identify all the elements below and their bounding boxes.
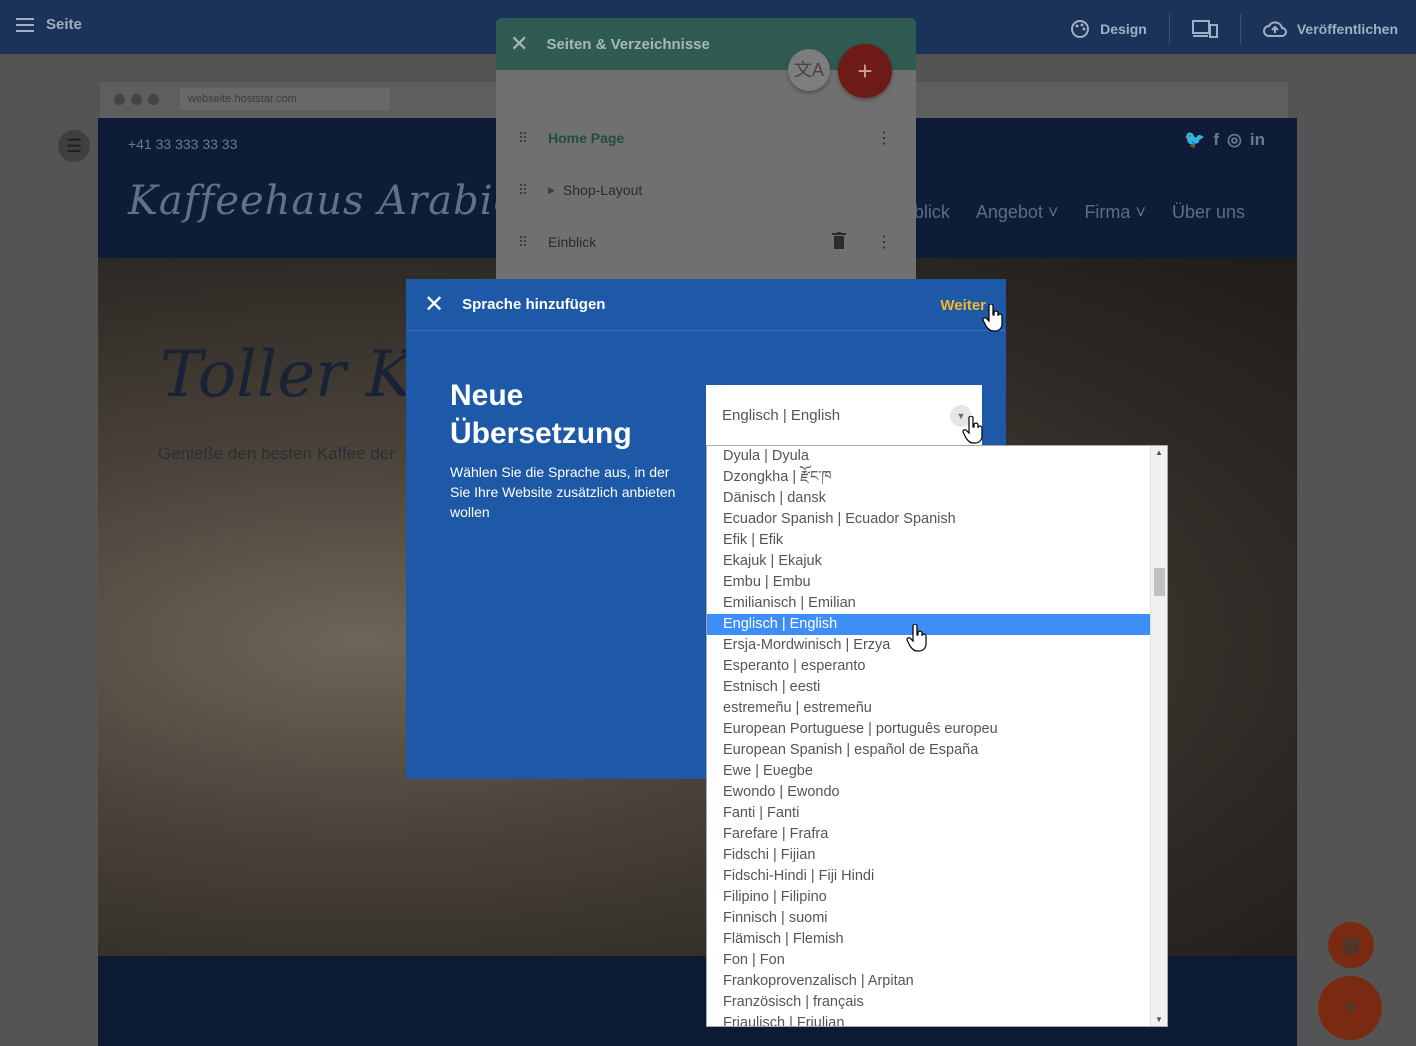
language-option[interactable]: Ewondo | Ewondo xyxy=(707,782,1151,803)
drag-handle-icon[interactable]: ⠿ xyxy=(496,130,548,147)
design-label: Design xyxy=(1100,21,1147,37)
trash-icon[interactable] xyxy=(832,232,846,250)
language-option[interactable]: Dänisch | dansk xyxy=(707,488,1151,509)
language-dropdown-list[interactable]: Dyula | Dyula Dzongkha | རྫོང་ཁ Dänisch | … xyxy=(706,445,1168,1027)
page-menu-label: Seite xyxy=(46,16,82,33)
site-nav: Einblick Angebot ˅ Firma ˅ Über uns xyxy=(888,202,1245,223)
sliders-icon[interactable]: ☰ xyxy=(58,130,90,162)
browser-url: webseite.hoststar.com xyxy=(180,88,390,110)
add-page-button[interactable]: + xyxy=(838,44,892,98)
language-option[interactable]: Finnisch | suomi xyxy=(707,908,1151,929)
close-icon[interactable]: ✕ xyxy=(510,31,528,57)
hand-cursor-icon xyxy=(982,304,1003,332)
language-option[interactable]: Fidschi | Fijian xyxy=(707,845,1151,866)
language-option[interactable]: Fidschi-Hindi | Fiji Hindi xyxy=(707,866,1151,887)
close-icon[interactable]: ✕ xyxy=(424,290,444,319)
language-option[interactable]: Französisch | français xyxy=(707,992,1151,1013)
pages-panel-title: Seiten & Verzeichnisse xyxy=(546,35,710,53)
language-select-value: Englisch | English xyxy=(722,407,841,424)
site-logo[interactable]: Kaffeehaus Arabica xyxy=(128,178,542,224)
language-select[interactable]: Englisch | English ▼ xyxy=(706,385,982,445)
expand-arrow-icon[interactable]: ▶ xyxy=(548,185,555,196)
scroll-up-icon[interactable]: ▲ xyxy=(1151,448,1167,457)
devices-icon xyxy=(1191,20,1218,38)
facebook-icon[interactable]: f xyxy=(1213,130,1219,150)
site-nav-item[interactable]: Firma ˅ xyxy=(1084,202,1146,223)
more-vert-icon[interactable]: ⋮ xyxy=(876,128,892,148)
linkedin-icon[interactable]: in xyxy=(1250,130,1265,150)
language-option[interactable]: Ecuador Spanish | Ecuador Spanish xyxy=(707,509,1151,530)
language-option[interactable]: Efik | Efik xyxy=(707,530,1151,551)
language-option[interactable]: Filipino | Filipino xyxy=(707,887,1151,908)
device-preview-button[interactable] xyxy=(1191,19,1218,39)
language-option[interactable]: Ewe | Eʋegbe xyxy=(707,761,1151,782)
add-element-button[interactable]: + xyxy=(1318,976,1382,1040)
next-button[interactable]: Weiter xyxy=(940,297,986,314)
page-label: Home Page xyxy=(548,130,625,146)
page-label: Einblick xyxy=(548,234,597,250)
page-label: Shop-Layout xyxy=(562,182,643,198)
drag-handle-icon[interactable]: ⠿ xyxy=(496,182,548,199)
translate-icon[interactable]: 文A xyxy=(788,49,830,91)
language-option[interactable]: Esperanto | esperanto xyxy=(707,656,1151,677)
language-option[interactable]: European Spanish | español de España xyxy=(707,740,1151,761)
dialog-header: ✕ Sprache hinzufügen Weiter xyxy=(406,279,1006,331)
dialog-description: Wählen Sie die Sprache aus, in der Sie I… xyxy=(450,464,676,520)
scroll-down-icon[interactable]: ▼ xyxy=(1151,1015,1167,1024)
language-option[interactable]: Friaulisch | Friulian xyxy=(707,1013,1151,1026)
page-row-einblick[interactable]: ⠿ Einblick ⋮ xyxy=(496,222,916,262)
language-option[interactable]: Fon | Fon xyxy=(707,950,1151,971)
cloud-upload-icon xyxy=(1262,21,1287,37)
hamburger-icon xyxy=(16,17,34,32)
hand-cursor-icon xyxy=(906,624,927,652)
language-option[interactable]: Farefare | Frafra xyxy=(707,824,1151,845)
twitter-icon[interactable]: 🐦 xyxy=(1184,130,1205,150)
pages-panel: ✕ Seiten & Verzeichnisse 文A + ⠿ Home Pag… xyxy=(496,18,916,288)
divider xyxy=(1239,14,1241,44)
window-dots xyxy=(114,94,159,105)
divider xyxy=(1168,14,1170,44)
language-option[interactable]: Englisch | English xyxy=(707,614,1151,635)
design-button[interactable]: Design xyxy=(1070,19,1147,39)
widgets-icon[interactable]: ▦ xyxy=(1328,922,1374,968)
hand-cursor-icon xyxy=(962,416,983,444)
language-option[interactable]: Frankoprovenzalisch | Arpitan xyxy=(707,971,1151,992)
language-option[interactable]: Dyula | Dyula xyxy=(707,446,1151,467)
language-option[interactable]: Ersja-Mordwinisch | Erzya xyxy=(707,635,1151,656)
publish-button[interactable]: Veröffentlichen xyxy=(1262,20,1398,38)
language-option[interactable]: Emilianisch | Emilian xyxy=(707,593,1151,614)
dialog-heading: Neue Übersetzung xyxy=(450,379,632,450)
site-nav-item[interactable]: Angebot ˅ xyxy=(976,202,1059,223)
dialog-title: Sprache hinzufügen xyxy=(462,296,606,313)
social-links: 🐦 f ◎ in xyxy=(1184,130,1265,150)
palette-icon xyxy=(1071,20,1090,38)
publish-label: Veröffentlichen xyxy=(1296,21,1398,37)
hero-title: Toller K xyxy=(160,338,414,412)
language-option[interactable]: Flämisch | Flemish xyxy=(707,929,1151,950)
site-nav-item[interactable]: Über uns xyxy=(1172,202,1245,223)
language-option[interactable]: Ekajuk | Ekajuk xyxy=(707,551,1151,572)
language-option[interactable]: Estnisch | eesti xyxy=(707,677,1151,698)
scrollbar-thumb[interactable] xyxy=(1154,568,1165,596)
language-option[interactable]: Fanti | Fanti xyxy=(707,803,1151,824)
language-option[interactable]: European Portuguese | português europeu xyxy=(707,719,1151,740)
hero-subtitle: Genieße den besten Kaffee der xyxy=(158,444,395,463)
language-option[interactable]: Embu | Embu xyxy=(707,572,1151,593)
language-option[interactable]: estremeñu | estremeñu xyxy=(707,698,1151,719)
instagram-icon[interactable]: ◎ xyxy=(1227,130,1242,150)
language-option[interactable]: Dzongkha | རྫོང་ཁ xyxy=(707,467,1151,488)
scrollbar[interactable]: ▲ ▼ xyxy=(1150,446,1167,1026)
page-row-home[interactable]: ⠿ Home Page ⋮ xyxy=(496,118,916,158)
site-phone: +41 33 333 33 33 xyxy=(128,136,238,152)
drag-handle-icon[interactable]: ⠿ xyxy=(496,234,548,251)
language-options: Dyula | Dyula Dzongkha | རྫོང་ཁ Dänisch | … xyxy=(707,446,1151,1026)
page-menu-button[interactable]: Seite xyxy=(16,16,82,33)
more-vert-icon[interactable]: ⋮ xyxy=(876,232,892,252)
page-row-shop-layout[interactable]: ⠿ ▶ Shop-Layout xyxy=(496,170,916,210)
